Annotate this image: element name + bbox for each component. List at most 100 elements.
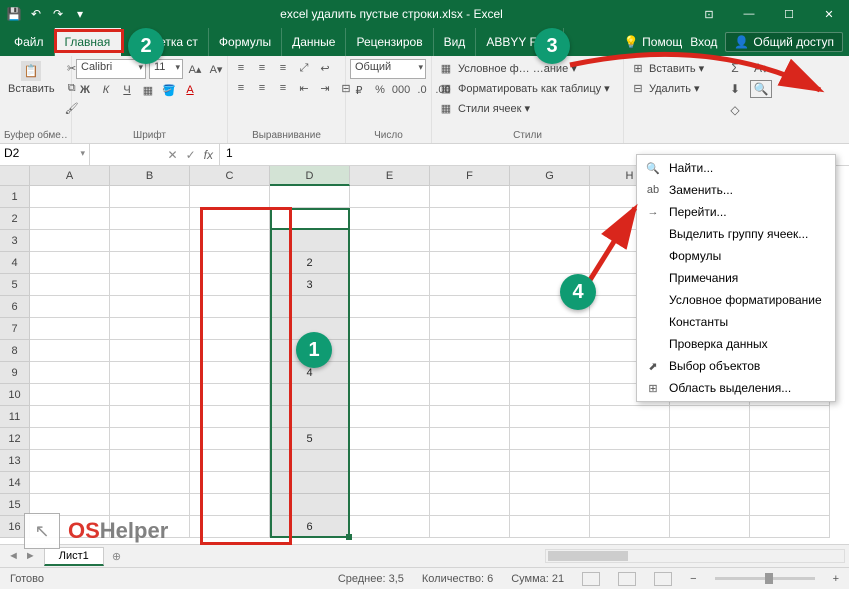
cell[interactable] [350, 208, 430, 230]
cell[interactable] [590, 428, 670, 450]
cell[interactable] [270, 450, 350, 472]
align-top-icon[interactable]: ≡ [232, 59, 250, 77]
row-header[interactable]: 12 [0, 428, 30, 450]
cell[interactable]: 3 [270, 274, 350, 296]
fill-icon[interactable]: ⬇ [724, 80, 746, 98]
cell[interactable] [430, 208, 510, 230]
close-button[interactable]: ✕ [809, 0, 849, 28]
cell[interactable] [270, 472, 350, 494]
tell-me[interactable]: 💡 Помощ [624, 35, 682, 49]
cell[interactable] [430, 230, 510, 252]
font-color-icon[interactable]: A [181, 81, 199, 99]
horizontal-scrollbar[interactable] [545, 549, 845, 563]
cell[interactable] [110, 230, 190, 252]
cell[interactable]: 5 [270, 428, 350, 450]
number-format-combo[interactable]: Общий [350, 59, 426, 79]
cell[interactable] [510, 340, 590, 362]
insert-cells-button[interactable]: ⊞Вставить ▾ [628, 59, 706, 77]
cell[interactable]: 2 [270, 252, 350, 274]
cell[interactable] [750, 516, 830, 538]
cell[interactable] [110, 406, 190, 428]
tab-prev-icon[interactable]: ◄ [8, 550, 19, 562]
wrap-text-icon[interactable]: ↩ [316, 59, 334, 77]
cell[interactable] [510, 450, 590, 472]
italic-icon[interactable]: К [97, 81, 115, 99]
name-box[interactable]: D2 [0, 144, 90, 165]
cell[interactable] [430, 318, 510, 340]
menu-item[interactable]: ⊞Область выделения... [637, 377, 835, 399]
minimize-button[interactable]: — [729, 0, 769, 28]
border-icon[interactable]: ▦ [139, 81, 157, 99]
delete-cells-button[interactable]: ⊟Удалить ▾ [628, 79, 702, 97]
save-icon[interactable]: 💾 [6, 6, 22, 22]
cell[interactable] [750, 472, 830, 494]
cell[interactable] [430, 362, 510, 384]
menu-item[interactable]: →Перейти... [637, 201, 835, 223]
cell[interactable] [110, 208, 190, 230]
row-header[interactable]: 9 [0, 362, 30, 384]
cell[interactable] [110, 186, 190, 208]
cell[interactable] [430, 296, 510, 318]
autosum-icon[interactable]: Σ [724, 59, 746, 77]
cell[interactable]: 1 [270, 208, 350, 230]
cell[interactable] [190, 428, 270, 450]
cell[interactable] [430, 516, 510, 538]
row-header[interactable]: 13 [0, 450, 30, 472]
tab-next-icon[interactable]: ► [25, 550, 36, 562]
cell[interactable] [270, 406, 350, 428]
cell[interactable] [30, 428, 110, 450]
orientation-icon[interactable]: ⤢ [295, 59, 313, 77]
cell[interactable] [670, 406, 750, 428]
tab-formulas[interactable]: Формулы [209, 28, 282, 56]
cell[interactable] [510, 252, 590, 274]
cell[interactable] [190, 516, 270, 538]
tab-data[interactable]: Данные [282, 28, 346, 56]
sort-filter-icon[interactable]: A↓ [750, 59, 772, 77]
cell[interactable] [590, 406, 670, 428]
menu-item[interactable]: Проверка данных [637, 333, 835, 355]
row-header[interactable]: 6 [0, 296, 30, 318]
cancel-icon[interactable]: ✕ [168, 148, 178, 162]
cell-styles-button[interactable]: ▦Стили ячеек ▾ [436, 99, 532, 117]
cell[interactable] [30, 230, 110, 252]
cell[interactable] [750, 494, 830, 516]
percent-icon[interactable]: % [371, 81, 389, 99]
cell[interactable] [510, 472, 590, 494]
cell[interactable] [190, 252, 270, 274]
cell[interactable] [430, 494, 510, 516]
cell[interactable] [590, 472, 670, 494]
cell[interactable] [350, 274, 430, 296]
cell[interactable] [190, 186, 270, 208]
cell[interactable] [110, 450, 190, 472]
row-header[interactable]: 10 [0, 384, 30, 406]
cell[interactable] [190, 340, 270, 362]
cell[interactable] [30, 406, 110, 428]
cell[interactable] [750, 406, 830, 428]
fx-icon[interactable]: fx [204, 148, 213, 162]
cell[interactable] [270, 494, 350, 516]
cell[interactable] [350, 494, 430, 516]
menu-item[interactable]: abЗаменить... [637, 179, 835, 201]
font-name-combo[interactable]: Calibri [76, 59, 146, 79]
cell[interactable] [190, 274, 270, 296]
align-right-icon[interactable]: ≡ [274, 79, 292, 97]
cell[interactable] [110, 472, 190, 494]
column-header[interactable]: E [350, 166, 430, 186]
thousands-icon[interactable]: 000 [392, 81, 410, 99]
cell[interactable] [190, 362, 270, 384]
cell[interactable] [30, 274, 110, 296]
cell[interactable] [430, 274, 510, 296]
cell[interactable] [350, 516, 430, 538]
cell[interactable] [30, 252, 110, 274]
cell[interactable] [190, 406, 270, 428]
cell[interactable] [30, 208, 110, 230]
cell[interactable] [190, 296, 270, 318]
cell[interactable] [190, 494, 270, 516]
row-header[interactable]: 1 [0, 186, 30, 208]
tab-file[interactable]: Файл [4, 28, 55, 56]
cell[interactable] [670, 516, 750, 538]
view-normal-icon[interactable] [582, 572, 600, 586]
bold-icon[interactable]: Ж [76, 81, 94, 99]
cell[interactable] [350, 384, 430, 406]
menu-item[interactable]: Примечания [637, 267, 835, 289]
